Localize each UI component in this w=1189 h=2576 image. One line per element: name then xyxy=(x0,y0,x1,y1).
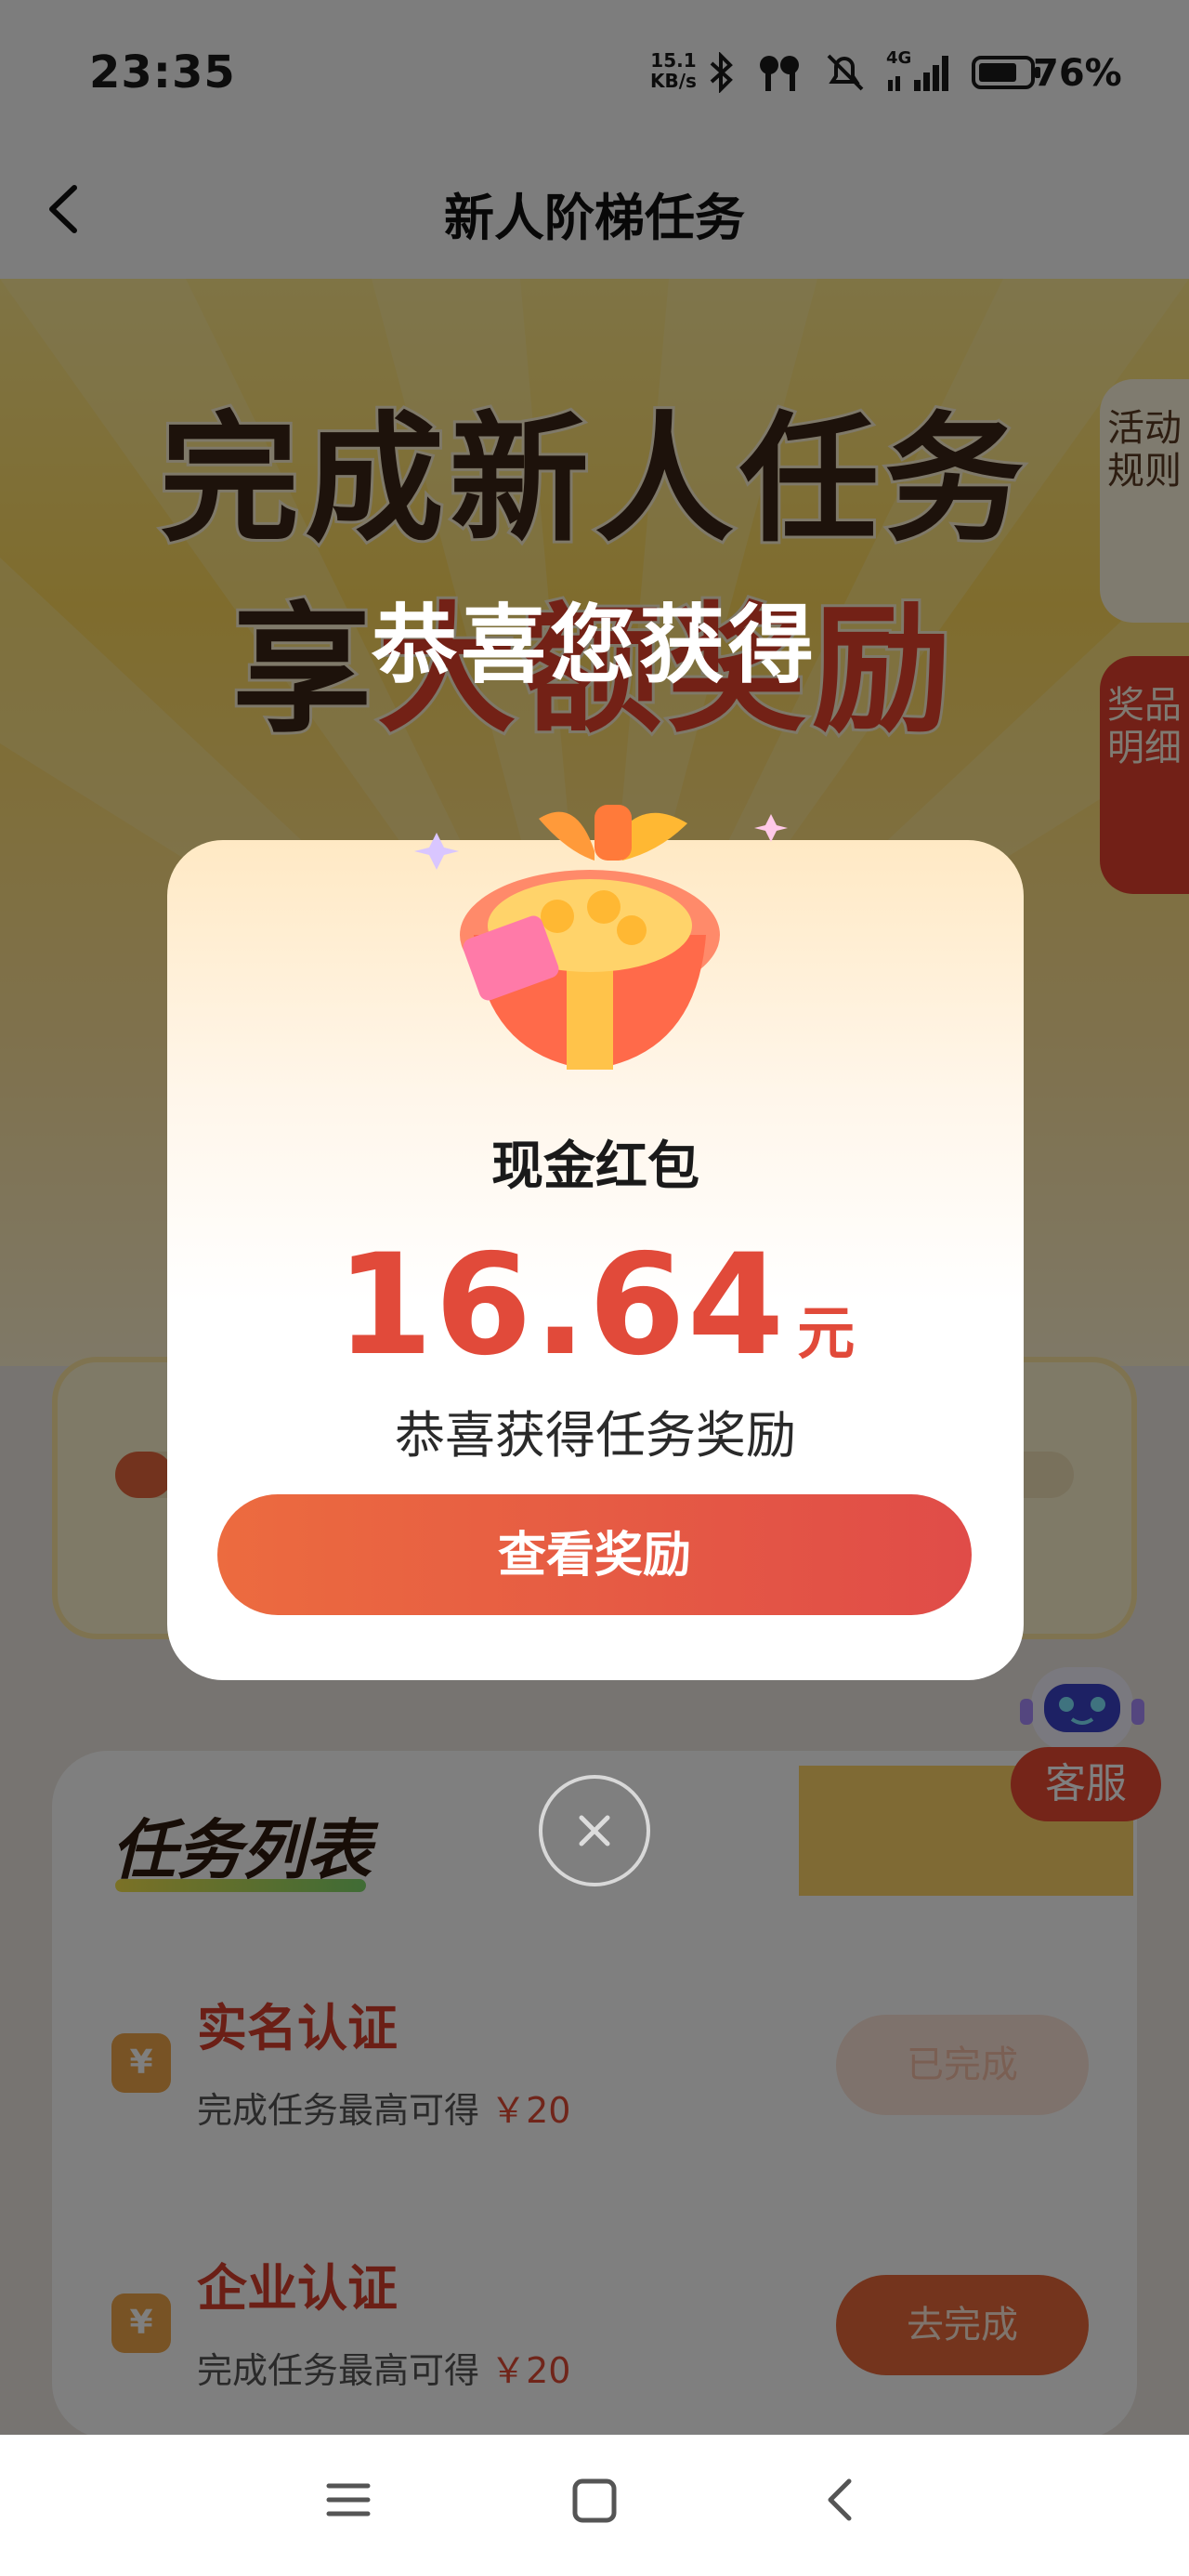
close-modal-button[interactable] xyxy=(539,1775,650,1886)
back-icon[interactable] xyxy=(817,2474,864,2526)
reward-amount-row: 16.64 元 xyxy=(167,1225,1024,1387)
reward-message: 恭喜获得任务奖励 xyxy=(395,1406,796,1465)
reward-type: 现金红包 xyxy=(491,1137,699,1197)
close-icon xyxy=(579,1815,610,1847)
view-reward-button[interactable]: 查看奖励 xyxy=(217,1494,972,1615)
congrats-title: 恭喜您获得 xyxy=(371,596,817,695)
home-icon[interactable] xyxy=(570,2477,619,2525)
gift-box-icon xyxy=(414,805,788,1070)
reward-unit: 元 xyxy=(797,1299,856,1367)
reward-amount: 16.64 xyxy=(335,1225,787,1387)
menu-icon[interactable] xyxy=(325,2477,372,2523)
